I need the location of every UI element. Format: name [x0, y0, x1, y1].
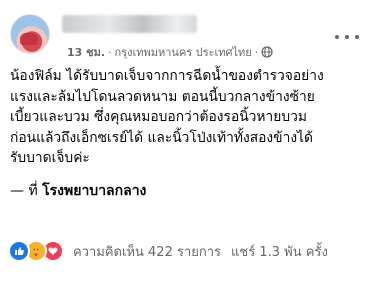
location-link[interactable]: โรงพยาบาลกลาง — [42, 183, 146, 199]
post-time[interactable]: 13 ชม. — [67, 43, 105, 61]
shares-count[interactable]: แชร์ 1.3 พัน ครั้ง — [231, 241, 328, 262]
post-text-line: เบี้ยวและบวม ซึ่งคุณหมอบอกว่าต้องรอนิ้วห… — [10, 109, 307, 125]
globe-icon — [261, 46, 273, 58]
meta-separator: · — [108, 45, 112, 59]
more-options-button[interactable] — [335, 29, 359, 45]
post-text-line: รับบาดเจ็บค่ะ — [10, 150, 90, 166]
post-meta: 13 ชม. · กรุงเทพมหานคร ประเทศไทย · — [67, 43, 273, 61]
post-body: น้องฟิล์ม ได้รับบาดเจ็บจากการฉีดน้ำของตำ… — [10, 66, 366, 169]
avatar[interactable] — [10, 14, 50, 54]
post-text-line: แรงและล้มไปโดนลวดหนาม ตอนนี้บวกลางข้างซ้… — [10, 88, 315, 105]
like-icon — [8, 240, 30, 262]
post-stats: ความคิดเห็น 422 รายการ แชร์ 1.3 พัน ครั้… — [8, 238, 365, 264]
reaction-summary[interactable] — [8, 240, 64, 262]
checkin-location: — ที่ โรงพยาบาลกลาง — [10, 180, 146, 202]
location-prefix: — ที่ — [10, 183, 43, 199]
dot-icon — [335, 35, 339, 39]
post-text-line: น้องฟิล์ม ได้รับบาดเจ็บจากการฉีดน้ำของตำ… — [10, 68, 324, 84]
engagement-counts: ความคิดเห็น 422 รายการ แชร์ 1.3 พัน ครั้… — [73, 241, 328, 262]
dot-icon — [355, 35, 359, 39]
author-name-blurred[interactable] — [62, 15, 197, 33]
dot-icon — [345, 35, 349, 39]
comments-count[interactable]: ความคิดเห็น 422 รายการ — [73, 241, 221, 262]
post-text-line: ก่อนแล้วถึงเอ็กซเรย์ได้ และนิ้วโป่งเท้าท… — [10, 129, 313, 146]
avatar-figure — [20, 33, 38, 45]
post-place[interactable]: กรุงเทพมหานคร ประเทศไทย — [115, 43, 252, 61]
meta-separator: · — [254, 45, 259, 59]
post-header: 13 ชม. · กรุงเทพมหานคร ประเทศไทย · — [10, 14, 361, 61]
